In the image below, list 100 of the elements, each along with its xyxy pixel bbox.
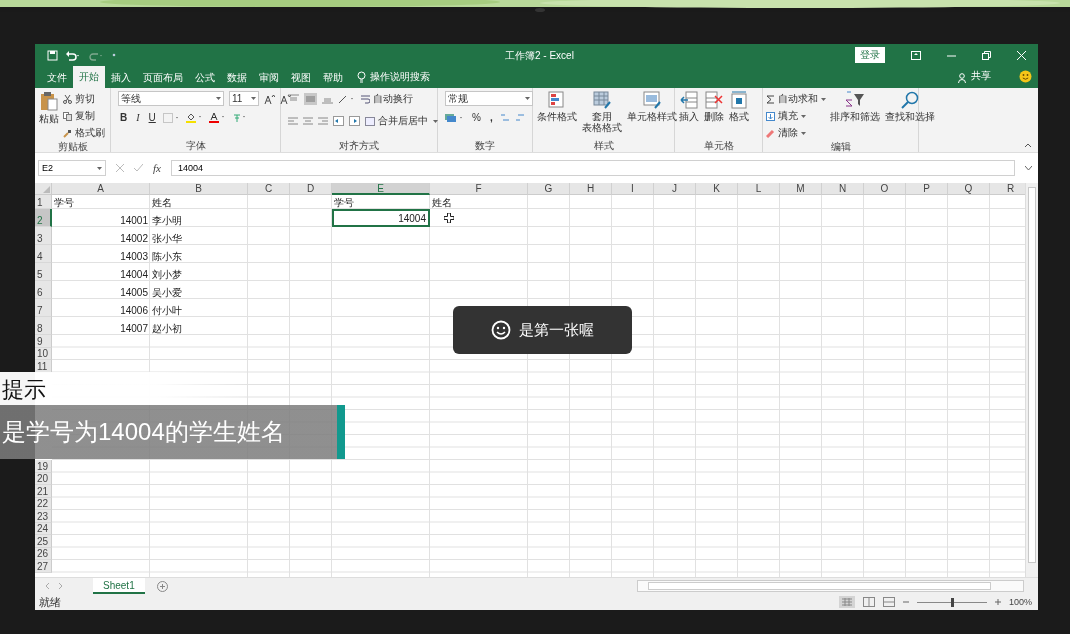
ribbon-tab[interactable]: 开始: [73, 66, 105, 88]
caret-icon[interactable]: [801, 114, 806, 118]
cut-button[interactable]: 剪切: [63, 91, 105, 107]
collapse-ribbon-icon[interactable]: [1024, 143, 1032, 148]
normal-view-icon[interactable]: [838, 596, 855, 608]
currency-icon[interactable]: [445, 112, 465, 123]
column-header[interactable]: K: [696, 183, 738, 195]
ribbon-tab[interactable]: 审阅: [253, 68, 285, 88]
close-icon[interactable]: [1017, 50, 1026, 60]
clear-button[interactable]: 清除: [766, 125, 798, 141]
ribbon-tab[interactable]: 视图: [285, 68, 317, 88]
zoom-level[interactable]: 100%: [1008, 597, 1032, 607]
row-header[interactable]: 2: [35, 209, 52, 227]
comma-button[interactable]: ,: [487, 112, 495, 123]
row-header[interactable]: 21: [35, 485, 52, 498]
column-header[interactable]: Q: [948, 183, 990, 195]
sign-in-button[interactable]: 登录: [855, 47, 885, 63]
sheet-tab[interactable]: Sheet1: [93, 578, 145, 594]
delete-cells-button[interactable]: 删除: [703, 91, 725, 122]
horizontal-scrollbar[interactable]: [637, 580, 1024, 592]
formula-input[interactable]: 14004: [170, 160, 1015, 176]
undo-icon[interactable]: [65, 49, 81, 61]
caret-icon[interactable]: [801, 131, 806, 135]
column-header[interactable]: N: [822, 183, 864, 195]
shrink-font-icon[interactable]: [280, 93, 291, 104]
decrease-indent-icon[interactable]: [333, 116, 344, 126]
conditional-format-button[interactable]: 条件格式: [536, 91, 578, 122]
column-header[interactable]: O: [864, 183, 906, 195]
column-header[interactable]: E: [332, 183, 430, 195]
ribbon-tab[interactable]: 帮助: [317, 68, 349, 88]
column-header[interactable]: M: [780, 183, 822, 195]
copy-button[interactable]: 复制: [63, 108, 105, 124]
row-header[interactable]: 3: [35, 227, 52, 245]
row-header[interactable]: 7: [35, 299, 52, 317]
smiley-icon[interactable]: [1019, 70, 1032, 83]
caret-icon[interactable]: [433, 119, 438, 123]
previous-sheet-icon[interactable]: [45, 583, 50, 589]
ribbon-tab[interactable]: 插入: [105, 68, 137, 88]
row-header[interactable]: 8: [35, 317, 52, 335]
fill-button[interactable]: 填充: [766, 108, 798, 124]
column-header[interactable]: F: [430, 183, 528, 195]
wrap-text-button[interactable]: 自动换行: [361, 91, 413, 107]
caret-icon[interactable]: [97, 166, 102, 170]
top-align-icon[interactable]: [288, 94, 299, 104]
increase-indent-icon[interactable]: [349, 116, 360, 126]
page-break-icon[interactable]: [882, 597, 895, 607]
format-as-table-button[interactable]: 套用 表格格式: [581, 91, 623, 133]
font-color-icon[interactable]: [208, 112, 227, 123]
column-header[interactable]: R: [990, 183, 1025, 195]
zoom-in-icon[interactable]: [994, 599, 1001, 605]
font-size-field[interactable]: 11: [229, 91, 259, 106]
vertical-scrollbar[interactable]: [1025, 183, 1038, 577]
format-cells-button[interactable]: 格式: [728, 91, 750, 122]
insert-cells-button[interactable]: 插入: [678, 91, 700, 122]
row-header[interactable]: 1: [35, 195, 52, 209]
customize-icon[interactable]: [111, 52, 117, 58]
enter-icon[interactable]: [134, 164, 143, 172]
ribbon-tab[interactable]: 页面布局: [137, 68, 189, 88]
column-header[interactable]: J: [654, 183, 696, 195]
fill-color-icon[interactable]: [185, 112, 204, 123]
ribbon-display-icon[interactable]: [911, 50, 921, 60]
column-header[interactable]: G: [528, 183, 570, 195]
caret-icon[interactable]: [216, 97, 221, 100]
font-name-field[interactable]: 等线: [118, 91, 224, 106]
orientation-icon[interactable]: [338, 94, 356, 104]
column-header[interactable]: P: [906, 183, 948, 195]
row-header[interactable]: 6: [35, 281, 52, 299]
italic-button[interactable]: I: [134, 112, 142, 123]
ribbon-tab[interactable]: 数据: [221, 68, 253, 88]
cancel-icon[interactable]: [116, 164, 124, 172]
find-select-button[interactable]: 查找和选择: [884, 91, 936, 122]
underline-button[interactable]: U: [146, 112, 158, 123]
row-header[interactable]: 9: [35, 335, 52, 348]
insert-function-button[interactable]: fx: [153, 162, 161, 174]
row-header[interactable]: 23: [35, 510, 52, 523]
ribbon-tab[interactable]: 公式: [189, 68, 221, 88]
share-button[interactable]: 共享: [968, 69, 991, 88]
save-icon[interactable]: [47, 49, 58, 61]
phonetic-icon[interactable]: [231, 112, 248, 123]
bold-button[interactable]: B: [118, 112, 130, 123]
column-header[interactable]: A: [52, 183, 150, 195]
row-header[interactable]: 27: [35, 560, 52, 573]
zoom-slider-thumb[interactable]: [950, 597, 954, 607]
row-header[interactable]: 19: [35, 460, 52, 473]
add-sheet-icon[interactable]: [156, 580, 168, 592]
row-header[interactable]: 4: [35, 245, 52, 263]
autosum-button[interactable]: 自动求和: [766, 91, 818, 107]
next-sheet-icon[interactable]: [58, 583, 63, 589]
column-header[interactable]: I: [612, 183, 654, 195]
tell-me-search[interactable]: 操作说明搜索: [370, 70, 430, 88]
row-header[interactable]: 5: [35, 263, 52, 281]
grow-font-icon[interactable]: [264, 93, 275, 104]
number-format-field[interactable]: 常规: [445, 91, 533, 106]
row-header[interactable]: 11: [35, 360, 52, 373]
page-layout-icon[interactable]: [862, 597, 875, 607]
format-painter-button[interactable]: 格式刷: [63, 125, 105, 141]
column-header[interactable]: L: [738, 183, 780, 195]
restore-icon[interactable]: [982, 50, 991, 60]
column-header[interactable]: B: [150, 183, 248, 195]
zoom-out-icon[interactable]: [902, 599, 909, 605]
